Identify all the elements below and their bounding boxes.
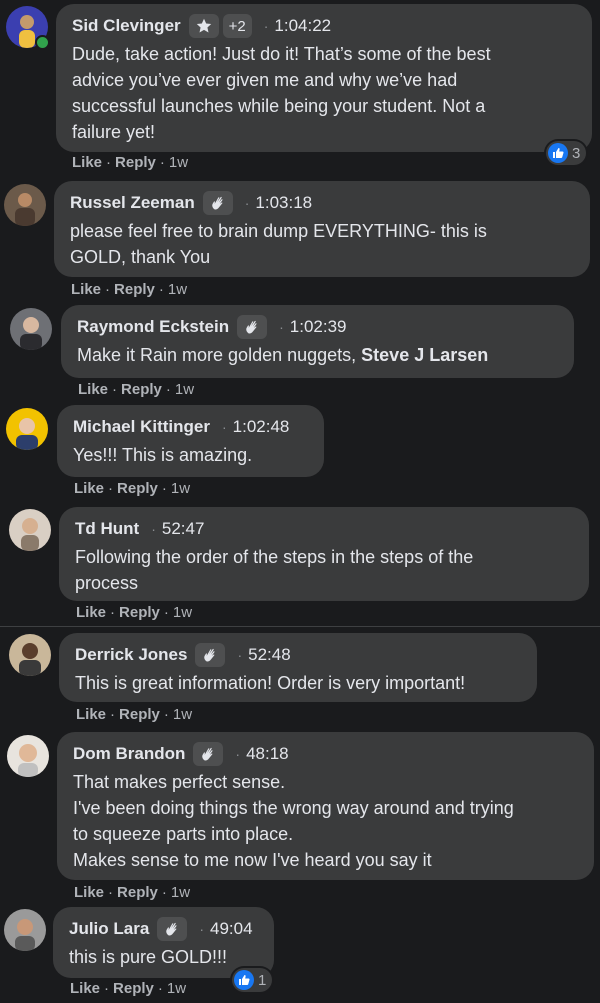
mentioned-user[interactable]: Steve J Larsen [361, 345, 488, 365]
reply-button[interactable]: Reply [115, 154, 156, 171]
reaction-count-number: 1 [258, 971, 267, 989]
reply-button[interactable]: Reply [117, 884, 158, 901]
separator-dot: · [221, 419, 227, 435]
wave-icon[interactable] [237, 315, 268, 339]
reply-button[interactable]: Reply [119, 706, 160, 723]
comment-author[interactable]: Dom Brandon [73, 744, 185, 764]
comment-bubble: Michael Kittinger · 1:02:48 Yes!!! This … [57, 405, 324, 477]
online-status-indicator [35, 35, 50, 50]
comment-author[interactable]: Michael Kittinger [73, 417, 210, 437]
video-timestamp[interactable]: 48:18 [246, 744, 289, 764]
like-button[interactable]: Like [70, 980, 100, 997]
separator-dot: · [237, 647, 243, 663]
avatar[interactable] [4, 909, 46, 951]
comment-text: please feel free to brain dump EVERYTHIN… [70, 221, 487, 267]
divider [0, 626, 600, 627]
separator-dot: · [279, 319, 284, 335]
reply-button[interactable]: Reply [114, 281, 155, 298]
comment-text-part: Make it Rain more golden nuggets, [77, 345, 362, 365]
like-reaction-icon [548, 143, 568, 163]
comment-age[interactable]: 1w [171, 480, 190, 497]
comment-author[interactable]: Julio Lara [69, 919, 149, 939]
comment-actions: Like · Reply · 1w [71, 281, 188, 298]
like-reaction-icon [234, 970, 254, 990]
comment-text: That makes perfect sense. I've been doin… [73, 772, 514, 870]
comment-text: Dude, take action! Just do it! That’s so… [72, 44, 491, 142]
video-timestamp[interactable]: 1:02:48 [233, 417, 290, 437]
like-button[interactable]: Like [78, 381, 108, 398]
comment-bubble: Raymond Eckstein · 1:02:39 Make it Rain … [61, 305, 574, 378]
avatar[interactable] [9, 509, 51, 551]
separator-dot: · [151, 521, 156, 537]
wave-icon[interactable] [195, 643, 226, 667]
comment-author[interactable]: Td Hunt [75, 519, 139, 539]
like-button[interactable]: Like [74, 884, 104, 901]
comment-text: Yes!!! This is amazing. [73, 445, 253, 465]
wave-icon[interactable] [157, 917, 188, 941]
video-timestamp[interactable]: 49:04 [210, 919, 253, 939]
comment-actions: Like · Reply · 1w [70, 980, 187, 997]
reaction-count-number: 3 [572, 144, 581, 162]
separator-dot: · [199, 921, 204, 937]
comment-author[interactable]: Raymond Eckstein [77, 317, 229, 337]
comment-author[interactable]: Russel Zeeman [70, 193, 195, 213]
reaction-count[interactable]: 1 [232, 968, 273, 992]
video-timestamp[interactable]: 1:03:18 [255, 193, 312, 213]
comment-author[interactable]: Sid Clevinger [72, 16, 181, 36]
comment-author[interactable]: Derrick Jones [75, 645, 187, 665]
avatar[interactable] [4, 184, 46, 226]
comment-actions: Like · Reply · 1w [74, 884, 191, 901]
comment-age[interactable]: 1w [173, 706, 192, 723]
separator-dot: · [244, 195, 250, 211]
more-badges-count[interactable]: +2 [222, 14, 252, 38]
wave-icon[interactable] [193, 742, 224, 766]
comment-age[interactable]: 1w [167, 980, 186, 997]
video-timestamp[interactable]: 52:47 [162, 519, 205, 539]
reaction-count[interactable]: 3 [546, 141, 587, 165]
comment-actions: Like · Reply · 1w [72, 154, 189, 171]
video-timestamp[interactable]: 52:48 [248, 645, 291, 665]
avatar[interactable] [7, 735, 49, 777]
comment-age[interactable]: 1w [175, 381, 194, 398]
comment-actions: Like · Reply · 1w [76, 706, 193, 723]
avatar[interactable] [9, 634, 51, 676]
reply-button[interactable]: Reply [119, 604, 160, 621]
comment-age[interactable]: 1w [168, 281, 187, 298]
star-icon[interactable] [188, 14, 219, 38]
comment-actions: Like · Reply · 1w [74, 480, 191, 497]
comment-bubble: Russel Zeeman · 1:03:18 please feel free… [54, 181, 590, 277]
comment-bubble: Sid Clevinger +2 · 1:04:22 Dude, take ac… [56, 4, 592, 152]
comment-bubble: Td Hunt · 52:47 Following the order of t… [59, 507, 589, 601]
comment-text: Following the order of the steps in the … [75, 547, 474, 593]
like-button[interactable]: Like [76, 706, 106, 723]
reply-button[interactable]: Reply [113, 980, 154, 997]
comment-actions: Like · Reply · 1w [76, 604, 193, 621]
reply-button[interactable]: Reply [121, 381, 162, 398]
separator-dot: · [235, 746, 241, 762]
avatar[interactable] [10, 308, 52, 350]
like-button[interactable]: Like [74, 480, 104, 497]
avatar[interactable] [6, 408, 48, 450]
comment-age[interactable]: 1w [173, 604, 192, 621]
comment-age[interactable]: 1w [169, 154, 188, 171]
comment-actions: Like · Reply · 1w [78, 381, 195, 398]
separator-dot: · [263, 18, 269, 34]
comment-bubble: Derrick Jones · 52:48 This is great info… [59, 633, 537, 702]
video-timestamp[interactable]: 1:04:22 [274, 16, 331, 36]
like-button[interactable]: Like [76, 604, 106, 621]
comment-text: This is great information! Order is very… [75, 673, 466, 693]
video-timestamp[interactable]: 1:02:39 [290, 317, 347, 337]
like-button[interactable]: Like [72, 154, 102, 171]
like-button[interactable]: Like [71, 281, 101, 298]
comment-text: this is pure GOLD!!! [69, 947, 228, 967]
wave-icon[interactable] [202, 191, 233, 215]
comment-bubble: Dom Brandon · 48:18 That makes perfect s… [57, 732, 594, 880]
reply-button[interactable]: Reply [117, 480, 158, 497]
comment-text: Make it Rain more golden nuggets, Steve … [77, 342, 558, 368]
comment-age[interactable]: 1w [171, 884, 190, 901]
